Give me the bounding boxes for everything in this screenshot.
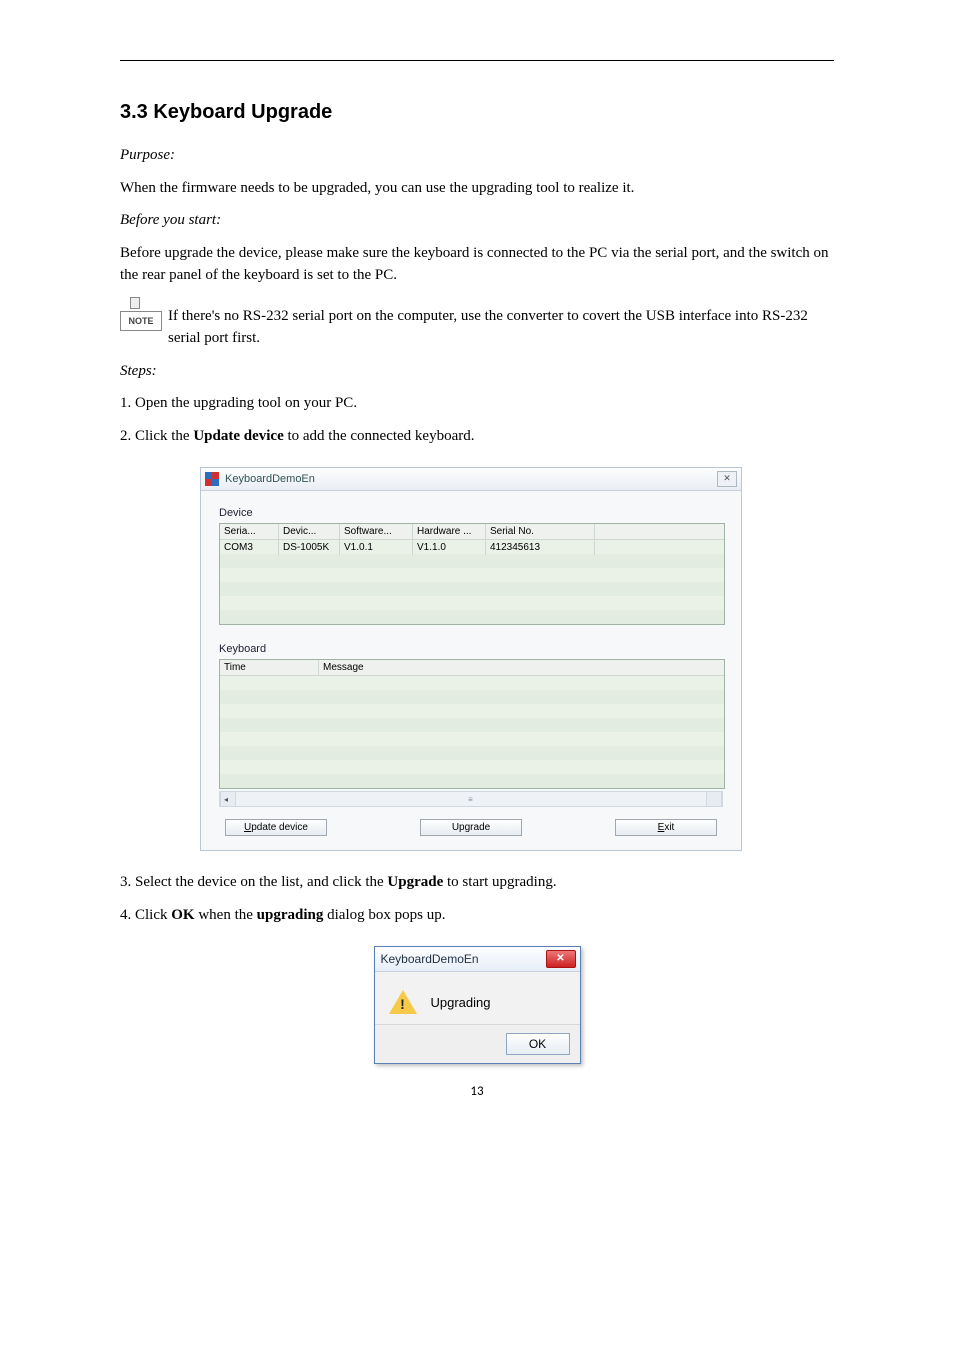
device-row-empty — [220, 596, 724, 610]
col-serialno[interactable]: Serial No. — [486, 524, 595, 539]
keyboard-row-empty — [220, 774, 724, 788]
header-rule — [120, 60, 834, 61]
step-2: 2. Click the Update device to add the co… — [120, 425, 834, 448]
keyboard-row-empty — [220, 746, 724, 760]
device-row-empty — [220, 554, 724, 568]
col-spacer — [595, 524, 724, 539]
before-heading-text: Before you start: — [120, 212, 221, 228]
cell-model: DS-1005K — [279, 540, 340, 555]
cell-hw: V1.1.0 — [413, 540, 486, 555]
steps-label: Steps: — [120, 360, 834, 383]
close-icon[interactable]: ✕ — [717, 471, 737, 487]
col-device[interactable]: Devic... — [279, 524, 340, 539]
step-3: 3. Select the device on the list, and cl… — [120, 871, 834, 894]
titlebar: KeyboardDemoEn ✕ — [201, 468, 741, 491]
scroll-grip-icon[interactable]: ≡ — [468, 795, 474, 804]
purpose-text: When the firmware needs to be upgraded, … — [120, 177, 834, 200]
cell-sn: 412345613 — [486, 540, 595, 555]
purpose-line: Purpose: — [120, 144, 834, 167]
update-device-button[interactable]: Update device — [225, 819, 327, 836]
device-row-empty — [220, 610, 724, 624]
section-heading: 3.3 Keyboard Upgrade — [120, 101, 834, 124]
step2-suffix: to add the connected keyboard. — [284, 428, 475, 444]
step4-suffix: dialog box pops up. — [323, 907, 445, 923]
cell-spacer — [595, 545, 724, 549]
dialog-titlebar: KeyboardDemoEn ✕ — [375, 947, 580, 972]
device-row-empty — [220, 582, 724, 596]
warning-icon: ! — [389, 990, 417, 1014]
step3-btn: Upgrade — [387, 874, 443, 890]
col-software[interactable]: Software... — [340, 524, 413, 539]
page-number: 13 — [120, 1084, 834, 1099]
keyboard-row-empty — [220, 760, 724, 774]
dialog-title: KeyboardDemoEn — [379, 952, 546, 966]
step4-dialog-name: upgrading — [257, 907, 324, 923]
scroll-left-icon[interactable]: ◂ — [224, 795, 228, 804]
step3-suffix: to start upgrading. — [443, 874, 556, 890]
warning-bang: ! — [400, 996, 406, 1012]
step-1: 1. Open the upgrading tool on your PC. — [120, 392, 834, 415]
step4-prefix: Click — [135, 907, 171, 923]
device-label: Device — [219, 507, 723, 519]
exit-button[interactable]: Exit — [615, 819, 717, 836]
keyboard-grid-header: Time Message — [220, 660, 724, 676]
upgrade-button[interactable]: Upgrade — [420, 819, 522, 836]
col-serial[interactable]: Seria... — [220, 524, 279, 539]
keyboard-row-empty — [220, 704, 724, 718]
keyboard-row-empty — [220, 690, 724, 704]
col-hardware[interactable]: Hardware ... — [413, 524, 486, 539]
cell-sw: V1.0.1 — [340, 540, 413, 555]
upgrade-rest: rade — [470, 822, 490, 833]
window-title: KeyboardDemoEn — [225, 473, 717, 485]
before-text: Before upgrade the device, please make s… — [120, 242, 834, 287]
button-row: Update device Upgrade Exit — [219, 819, 723, 836]
dialog-footer: OK — [375, 1024, 580, 1063]
update-rest: pdate device — [251, 822, 308, 833]
step4-btn: OK — [171, 907, 194, 923]
steps-label-text: Steps: — [120, 363, 157, 379]
dialog-body: ! Upgrading — [375, 972, 580, 1024]
keyboard-grid: Time Message — [219, 659, 725, 789]
col-time[interactable]: Time — [220, 660, 319, 675]
step4-mid: when the — [195, 907, 257, 923]
keyboard-row-empty — [220, 676, 724, 690]
dialog-ok-button[interactable]: OK — [506, 1033, 570, 1055]
note-block: NOTE If there's no RS-232 serial port on… — [120, 297, 834, 350]
step1-num: 1. — [120, 395, 131, 411]
cell-com: COM3 — [220, 540, 279, 555]
device-row[interactable]: COM3 DS-1005K V1.0.1 V1.1.0 412345613 — [220, 540, 724, 554]
step3-num: 3. — [120, 874, 131, 890]
note-icon-label: NOTE — [120, 311, 162, 331]
device-row-empty — [220, 568, 724, 582]
note-text: If there's no RS-232 serial port on the … — [168, 297, 834, 350]
step4-num: 4. — [120, 907, 131, 923]
step2-num: 2. — [120, 428, 131, 444]
keyboard-label: Keyboard — [219, 643, 723, 655]
scroll-right-icon[interactable]: ▸ — [714, 795, 718, 804]
device-grid-header: Seria... Devic... Software... Hardware .… — [220, 524, 724, 540]
keyboard-row-empty — [220, 732, 724, 746]
upgrade-pre: Up — [452, 822, 465, 833]
step-4: 4. Click OK when the upgrading dialog bo… — [120, 904, 834, 927]
before-heading: Before you start: — [120, 209, 834, 232]
purpose-label: Purpose: — [120, 147, 175, 163]
app-icon — [205, 472, 219, 486]
device-grid: Seria... Devic... Software... Hardware .… — [219, 523, 725, 625]
step2-prefix: Click the — [135, 428, 193, 444]
upgrading-dialog: KeyboardDemoEn ✕ ! Upgrading OK — [374, 946, 581, 1064]
exit-rest: xit — [664, 822, 674, 833]
note-icon: NOTE — [120, 297, 160, 331]
step3-prefix: Select the device on the list, and click… — [135, 874, 387, 890]
col-message[interactable]: Message — [319, 660, 724, 675]
step2-btn: Update device — [193, 428, 283, 444]
dialog-message: Upgrading — [431, 995, 491, 1010]
step1-text: Open the upgrading tool on your PC. — [135, 395, 357, 411]
dialog-close-icon[interactable]: ✕ — [546, 950, 576, 968]
app-window: KeyboardDemoEn ✕ Device Seria... Devic..… — [200, 467, 742, 851]
horizontal-scrollbar[interactable]: ◂ ≡ ▸ — [219, 791, 723, 807]
keyboard-row-empty — [220, 718, 724, 732]
window-body: Device Seria... Devic... Software... Har… — [201, 491, 741, 850]
